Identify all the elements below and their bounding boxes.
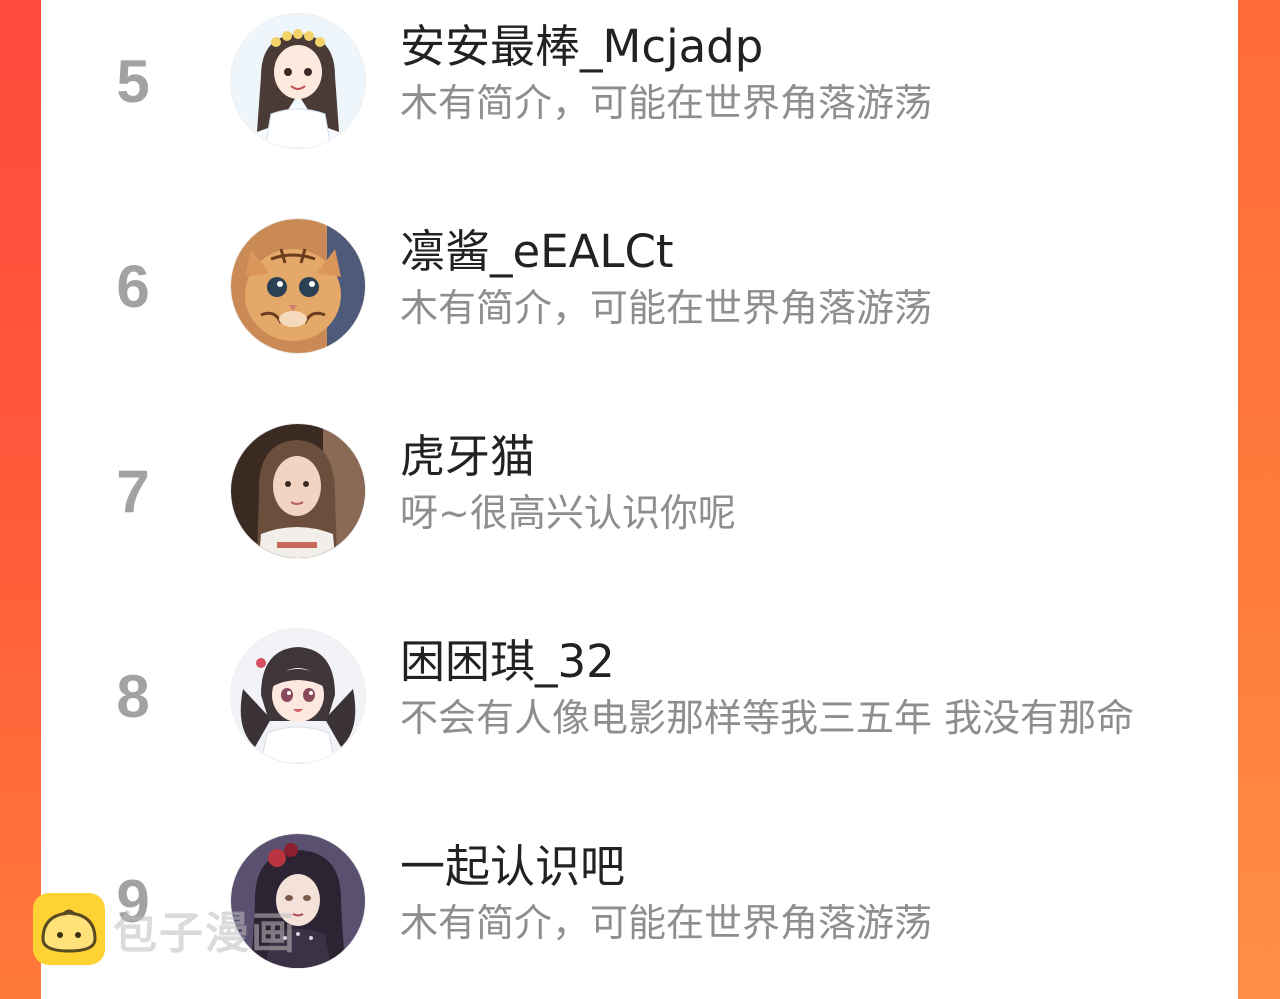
user-bio: 不会有人像电影那样等我三五年 我没有那命 xyxy=(400,699,1135,737)
tiger-kitten-avatar[interactable] xyxy=(230,218,366,354)
user-name[interactable]: 安安最棒_Mcjadp xyxy=(400,24,763,69)
baozi-logo-icon xyxy=(33,893,105,965)
right-gradient-strip xyxy=(1238,0,1280,999)
anime-girl-flower-crown-avatar[interactable] xyxy=(230,13,366,149)
list-item[interactable]: 8 困困琪_32 不会有人像电影那样等我三五年 我没有那命 xyxy=(41,615,1238,775)
user-bio: 木有简介，可能在世界角落游荡 xyxy=(400,904,933,942)
rank-number: 5 xyxy=(116,48,150,115)
girl-photo-avatar[interactable] xyxy=(230,423,366,559)
rank-number: 7 xyxy=(116,458,150,525)
user-bio: 呀~很高兴认识你呢 xyxy=(400,494,736,532)
user-name[interactable]: 凛酱_eEALCt xyxy=(400,229,674,274)
list-item[interactable]: 7 虎牙猫 呀~很高兴认识你呢 xyxy=(41,410,1238,570)
anime-girl-twintails-avatar[interactable] xyxy=(230,628,366,764)
rank-number: 8 xyxy=(116,663,150,730)
user-name[interactable]: 虎牙猫 xyxy=(400,434,535,479)
list-item[interactable]: 5 安安最棒_Mcjadp 木有简介，可能在世界角落游荡 xyxy=(41,0,1238,160)
rank-number: 6 xyxy=(116,253,150,320)
user-name[interactable]: 困困琪_32 xyxy=(400,639,615,684)
user-bio: 木有简介，可能在世界角落游荡 xyxy=(400,84,933,122)
ranking-list: 5 安安最棒_Mcjadp 木有简介，可能在世界角落游荡 6 凛酱_eEALCt… xyxy=(41,0,1238,999)
user-bio: 木有简介，可能在世界角落游荡 xyxy=(400,289,933,327)
watermark-text: 包子漫画 xyxy=(113,908,297,959)
watermark: 包子漫画 xyxy=(33,893,297,965)
list-item[interactable]: 6 凛酱_eEALCt 木有简介，可能在世界角落游荡 xyxy=(41,205,1238,365)
user-name[interactable]: 一起认识吧 xyxy=(400,844,625,889)
